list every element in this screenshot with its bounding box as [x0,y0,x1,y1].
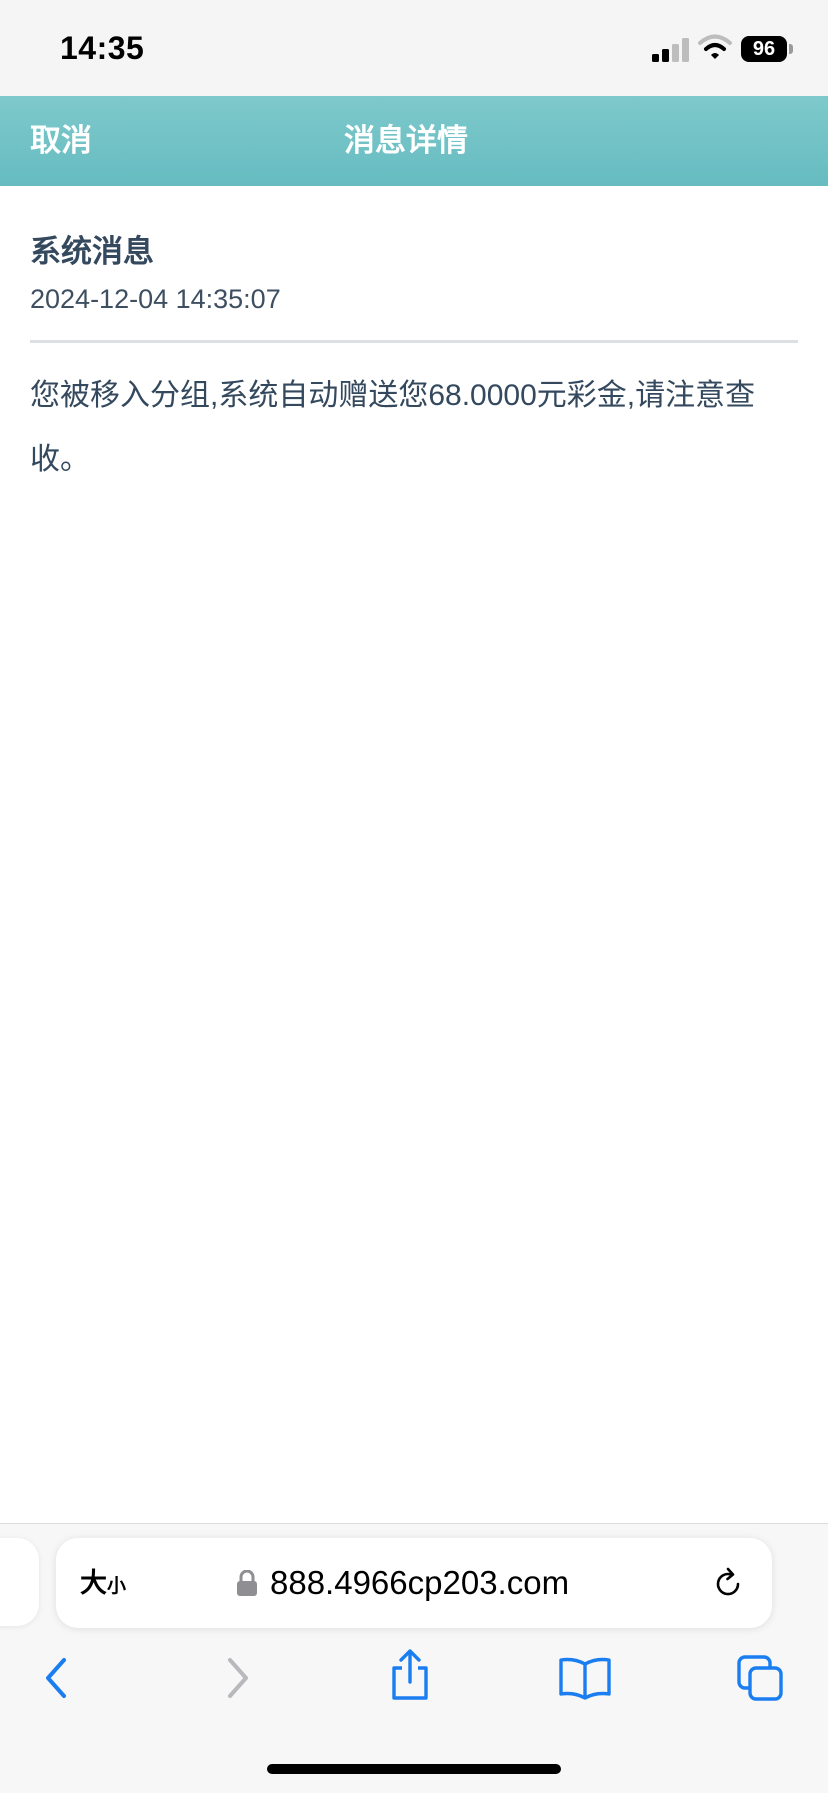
address-bar[interactable]: 大小 888.4966cp203.com [56,1538,772,1628]
back-icon[interactable] [38,1654,78,1702]
battery-nub [789,44,793,54]
forward-icon[interactable] [216,1654,256,1702]
status-bar: 14:35 96 [0,0,828,96]
wifi-icon [698,34,732,59]
lock-icon [237,1570,257,1596]
share-icon[interactable] [386,1648,434,1702]
bookmarks-icon[interactable] [558,1656,612,1700]
home-indicator [267,1764,561,1774]
browser-toolbar: 大小 888.4966cp203.com [0,1523,828,1793]
page-header: 取消 消息详情 [0,96,828,186]
status-time: 14:35 [60,30,145,66]
text-size-button[interactable]: 大小 [80,1538,126,1628]
page-title: 消息详情 [344,123,468,158]
message-timestamp: 2024-12-04 14:35:07 [30,284,281,314]
divider [30,340,798,343]
message-body: 您被移入分组,系统自动赠送您68.0000元彩金,请注意查收。 [30,379,756,476]
battery-icon: 96 [741,36,787,62]
text-size-small-label: 小 [107,1576,127,1597]
text-size-big-label: 大 [80,1568,107,1598]
previous-tab-preview[interactable] [0,1538,39,1626]
url-text: 888.4966cp203.com [270,1564,570,1601]
tabs-icon[interactable] [736,1654,784,1702]
signal-icon [652,38,689,62]
reload-icon[interactable] [710,1566,746,1602]
message-title: 系统消息 [30,234,154,269]
